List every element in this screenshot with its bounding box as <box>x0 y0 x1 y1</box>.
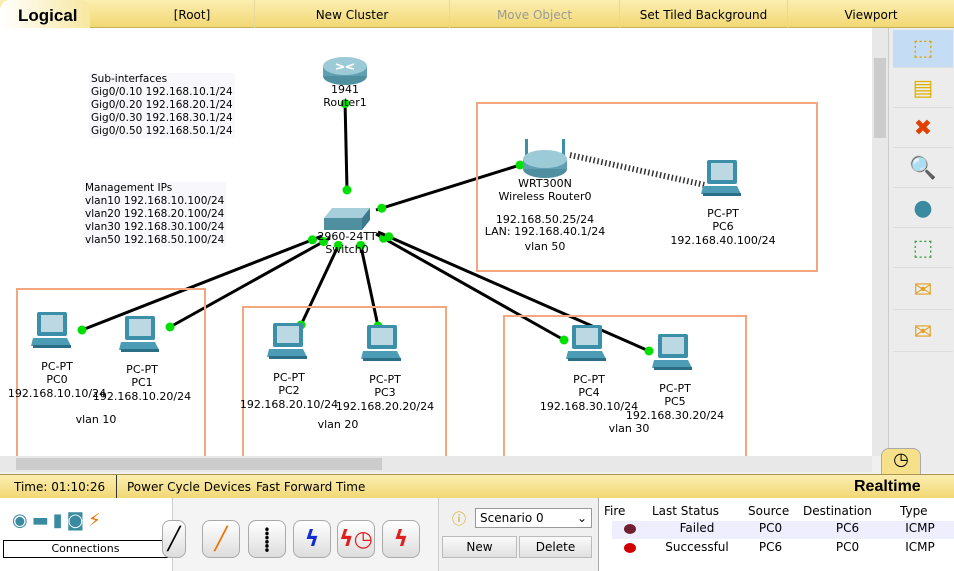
device-ip-label: 192.168.30.20/24 <box>625 408 725 422</box>
pc-icon[interactable] <box>652 332 694 375</box>
pc-icon[interactable] <box>119 314 161 357</box>
serial-dte-clock-icon[interactable]: ϟ◷ <box>337 520 375 558</box>
pdu-destination: PC6 <box>835 521 860 535</box>
root-button[interactable]: [Root] <box>130 0 255 28</box>
device-name-label: PC0 <box>46 372 68 386</box>
horizontal-scrollbar[interactable] <box>0 456 872 472</box>
device-name-label: Wireless Router0 <box>498 189 592 203</box>
fire-icon[interactable] <box>624 524 636 534</box>
info-icon: ⓘ <box>452 512 466 528</box>
status-bar: Time: 01:10:26 Power Cycle Devices Fast … <box>0 474 954 499</box>
realtime-mode-icon[interactable]: ◷ <box>881 448 921 476</box>
link-status-light <box>377 203 387 213</box>
device-ip-label: 192.168.10.20/24 <box>92 389 192 403</box>
device-ip-label: 192.168.40.100/24 <box>670 233 776 247</box>
pc-icon[interactable] <box>566 323 608 366</box>
device-name-label: Switch0 <box>325 242 369 256</box>
fire-icon[interactable] <box>624 543 636 553</box>
pc-icon[interactable] <box>31 310 73 353</box>
device-name-label: PC2 <box>278 383 300 397</box>
pdu-status: Successful <box>665 540 729 554</box>
note-tool-icon[interactable]: ▤ <box>893 70 953 108</box>
router-icon[interactable] <box>519 139 571 182</box>
add-simple-pdu-icon[interactable]: ✉ <box>893 272 953 310</box>
inspect-tool-icon[interactable]: 🔍 <box>893 150 953 188</box>
viewport-button[interactable]: Viewport <box>788 0 954 28</box>
device-name-label: PC6 <box>712 219 734 233</box>
device-ip-label: 192.168.30.10/24 <box>539 399 639 413</box>
col-fire[interactable]: Fire <box>604 504 625 518</box>
power-cycle-devices-button[interactable]: Power Cycle Devices <box>127 475 251 499</box>
pc-icon[interactable] <box>361 323 403 366</box>
pc-icon[interactable] <box>267 321 309 364</box>
device-lan-label: LAN: 192.168.40.1/24 <box>484 225 606 238</box>
ethernet-link[interactable] <box>343 99 349 191</box>
vlan30-label: vlan 30 <box>608 422 650 435</box>
device-name-label: PC3 <box>374 385 396 399</box>
common-tools-bar: ⬚ ▤ ✖ 🔍 ● ⬚ ✉ ✉ ◷ <box>881 28 954 476</box>
pdu-source: PC6 <box>758 540 783 554</box>
vlan50-label: vlan 50 <box>524 240 566 253</box>
scenario-value: Scenario 0 <box>480 511 544 525</box>
subinterfaces-note[interactable]: Sub-interfaces Gig0/0.10 192.168.10.1/24… <box>89 73 235 138</box>
new-cluster-button[interactable]: New Cluster <box>255 0 450 28</box>
pdu-status: Failed <box>679 521 715 535</box>
draw-shape-tool-icon[interactable]: ● <box>893 190 953 228</box>
device-ip-label: 192.168.10.10/24 <box>7 386 107 400</box>
set-tiled-background-button[interactable]: Set Tiled Background <box>620 0 788 28</box>
logical-mode-tab[interactable]: Logical <box>0 0 90 30</box>
col-source[interactable]: Source <box>748 504 789 518</box>
pdu-destination: PC0 <box>835 540 860 554</box>
device-name-label: Router1 <box>323 95 367 109</box>
fast-forward-time-button[interactable]: Fast Forward Time <box>256 475 365 499</box>
link-status-light <box>307 235 317 245</box>
delete-tool-icon[interactable]: ✖ <box>893 110 953 148</box>
device-ip-label: 192.168.20.20/24 <box>335 399 435 413</box>
serial-dce-icon[interactable]: ϟ <box>293 520 331 558</box>
management-ips-note[interactable]: Management IPs vlan10 192.168.10.100/24 … <box>83 182 227 247</box>
delete-scenario-button[interactable]: Delete <box>519 536 592 558</box>
connection-auto-icon[interactable]: ╱ <box>162 520 186 558</box>
serial-dte-icon[interactable]: ϟ <box>382 520 420 558</box>
pdu-type: ICMP <box>905 540 935 554</box>
workspace-toolbar: [Root] New Cluster Move Object Set Tiled… <box>0 0 954 28</box>
device-name-label: PC1 <box>131 375 153 389</box>
col-type[interactable]: Type <box>900 504 928 518</box>
console-cable-icon[interactable]: ╱ <box>202 520 240 558</box>
pc-icon[interactable] <box>701 158 743 201</box>
select-tool-icon[interactable]: ⬚ <box>893 30 953 68</box>
link-status-light <box>342 185 352 195</box>
straight-cable-icon[interactable]: ⸽ <box>248 520 286 558</box>
vlan20-label: vlan 20 <box>317 418 359 431</box>
device-name-label: PC5 <box>664 394 686 408</box>
chevron-down-icon: ⌄ <box>576 511 587 525</box>
device-category-icons[interactable]: ◉▬▮◙⚡ <box>12 510 105 531</box>
realtime-mode-label[interactable]: Realtime <box>854 475 921 499</box>
simulation-time: Time: 01:10:26 <box>14 480 106 494</box>
col-last-status[interactable]: Last Status <box>652 504 719 518</box>
new-scenario-button[interactable]: New <box>442 536 517 558</box>
link-status-light <box>384 232 394 242</box>
workspace-canvas[interactable]: Sub-interfaces Gig0/0.10 192.168.10.1/24… <box>0 28 872 456</box>
move-object-button[interactable]: Move Object <box>450 0 620 28</box>
scenario-select[interactable]: Scenario 0 ⌄ <box>475 508 592 528</box>
category-label: Connections <box>3 540 168 558</box>
pdu-source: PC0 <box>758 521 783 535</box>
col-destination[interactable]: Destination <box>803 504 872 518</box>
vlan10-label: vlan 10 <box>75 413 117 426</box>
add-complex-pdu-icon[interactable]: ✉ <box>893 314 953 352</box>
pdu-type: ICMP <box>905 521 935 535</box>
device-ip-label: 192.168.20.10/24 <box>239 397 339 411</box>
resize-tool-icon[interactable]: ⬚ <box>893 230 953 268</box>
vertical-scrollbar[interactable] <box>872 28 888 456</box>
device-name-label: PC4 <box>578 385 600 399</box>
